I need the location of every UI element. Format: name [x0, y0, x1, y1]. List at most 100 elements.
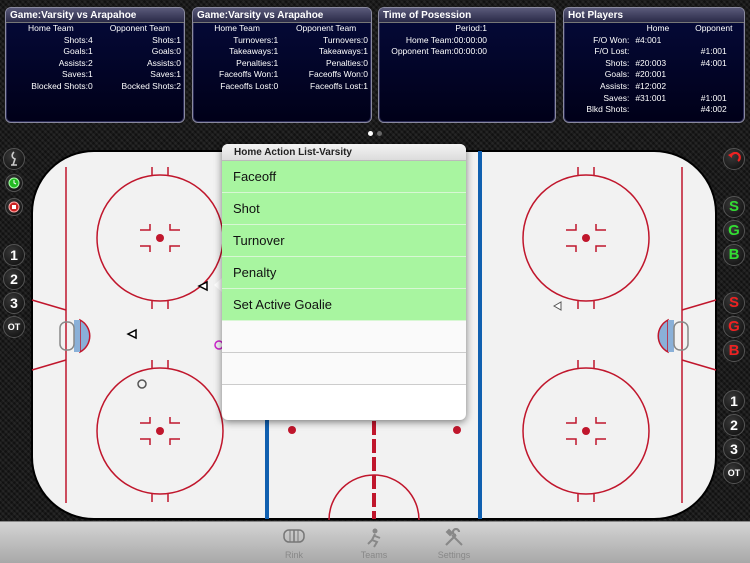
- col-header: Home Team: [214, 23, 260, 33]
- stat-cell: Penalties:0: [325, 57, 368, 68]
- tab-label: Rink: [284, 550, 303, 560]
- stat-cell: Faceoffs Lost:0: [220, 80, 279, 91]
- game-stats-panel: Game:Varsity vs Arapahoe Home Team Oppon…: [5, 7, 185, 123]
- possession-panel: Time of Posession Period:1 Home Team:00:…: [378, 7, 556, 123]
- away-block-button[interactable]: B: [723, 340, 745, 362]
- stat-cell: Faceoffs Won:0: [308, 69, 368, 80]
- period-button-ot[interactable]: OT: [3, 316, 25, 338]
- menu-item-turnover[interactable]: Turnover: [222, 225, 466, 257]
- home-block-button[interactable]: B: [723, 244, 745, 266]
- stat-cell: Opponent Team:00:00:00: [391, 46, 487, 57]
- stat-cell: Faceoffs Lost:1: [310, 80, 368, 91]
- page-dot-active[interactable]: [368, 131, 373, 136]
- clock-stop-icon: [8, 201, 20, 213]
- clock-start-icon: [8, 177, 20, 189]
- menu-empty-row: [222, 353, 466, 385]
- undo-icon: [728, 152, 741, 162]
- tab-settings[interactable]: Settings: [414, 522, 494, 563]
- stat-label: F/O Lost:: [594, 46, 630, 57]
- stat-cell: Turnovers:1: [233, 34, 279, 45]
- period-button-3[interactable]: 3: [723, 438, 745, 460]
- col-header: Opponent: [695, 23, 733, 33]
- menu-item-faceoff[interactable]: Faceoff: [222, 161, 466, 193]
- tab-bar: Rink Teams Settings: [0, 521, 750, 563]
- right-sidebar: S G B S G B 1 2 3 OT: [722, 140, 748, 518]
- panel-title: Hot Players: [564, 8, 744, 23]
- stat-cell: #1:001: [700, 92, 727, 103]
- stat-cell: Shots:1: [152, 34, 181, 45]
- panel-title: Game:Varsity vs Arapahoe: [6, 8, 184, 23]
- stat-cell: [684, 69, 744, 81]
- stat-cell: [632, 46, 683, 58]
- col-header: [564, 23, 632, 35]
- stat-cell: Takeaways:1: [229, 46, 279, 57]
- menu-item-penalty[interactable]: Penalty: [222, 257, 466, 289]
- red-clock-button[interactable]: [5, 198, 23, 216]
- stat-cell: Penalties:1: [236, 57, 279, 68]
- stat-label: Blkd Shots:: [586, 104, 630, 115]
- menu-title: Home Action List-Varsity: [222, 144, 466, 161]
- stat-cell: Saves:1: [62, 69, 93, 80]
- col-header: Opponent Team: [295, 23, 357, 33]
- hot-players-panel: Hot Players Home Opponent F/O Won: #4:001…: [563, 7, 745, 123]
- stat-cell: Saves:1: [150, 69, 181, 80]
- stat-cell: Shots:4: [63, 34, 93, 45]
- stat-cell: #4:001: [700, 57, 727, 68]
- stat-label: F/O Won:: [593, 34, 630, 45]
- stat-cell: [632, 104, 683, 116]
- stat-cell: #12:002: [635, 80, 667, 91]
- stat-cell: #1:001: [700, 46, 727, 57]
- tools-icon: [445, 528, 463, 546]
- stat-cell: #20:003: [635, 57, 667, 68]
- panel-title: Game:Varsity vs Arapahoe: [193, 8, 371, 23]
- panel-title: Time of Posession: [379, 8, 555, 23]
- green-clock-button[interactable]: [5, 174, 23, 192]
- stat-cell: Goals:0: [151, 46, 181, 57]
- col-header: Home Team: [28, 23, 74, 33]
- stat-cell: Takeaways:1: [318, 46, 368, 57]
- period-button-2[interactable]: 2: [3, 268, 25, 290]
- col-header: Opponent Team: [109, 23, 171, 33]
- period-button-ot[interactable]: OT: [723, 462, 745, 484]
- left-sidebar: 1 2 3 OT: [2, 140, 28, 518]
- period-button-3[interactable]: 3: [3, 292, 25, 314]
- stat-cell: Assists:0: [146, 57, 181, 68]
- stat-cell: Home Team:00:00:00: [405, 34, 487, 45]
- stat-cell: Period:1: [455, 23, 487, 33]
- puck-player-button[interactable]: [3, 148, 25, 170]
- stat-cell: Assists:2: [58, 57, 93, 68]
- rink-icon: [283, 529, 305, 543]
- stat-cell: #31:001: [635, 92, 667, 103]
- tab-rink[interactable]: Rink: [254, 522, 334, 563]
- skater-icon: [367, 528, 381, 548]
- stat-cell: #4:002: [700, 104, 727, 115]
- stat-label: Goals:: [604, 69, 630, 80]
- away-shot-button[interactable]: S: [723, 292, 745, 314]
- home-action-menu: Home Action List-Varsity Faceoff Shot Tu…: [222, 144, 466, 420]
- stat-cell: #20:001: [635, 69, 667, 80]
- tab-teams[interactable]: Teams: [334, 522, 414, 563]
- menu-item-shot[interactable]: Shot: [222, 193, 466, 225]
- stat-label: Assists:: [600, 80, 630, 91]
- stat-cell: #4:001: [635, 34, 662, 45]
- period-button-1[interactable]: 1: [3, 244, 25, 266]
- stat-label: Shots:: [605, 57, 630, 68]
- home-shot-button[interactable]: S: [723, 196, 745, 218]
- period-button-1[interactable]: 1: [723, 390, 745, 412]
- tab-label: Teams: [360, 550, 388, 560]
- stat-cell: Faceoffs Won:1: [219, 69, 279, 80]
- stat-cell: Blocked Shots:0: [31, 80, 93, 91]
- skater-icon: [11, 151, 17, 166]
- stat-cell: Goals:1: [63, 46, 93, 57]
- menu-empty-row: [222, 321, 466, 353]
- tab-label: Settings: [437, 550, 471, 560]
- stat-cell: Bocked Shots:2: [121, 80, 181, 91]
- period-button-2[interactable]: 2: [723, 414, 745, 436]
- home-goal-button[interactable]: G: [723, 220, 745, 242]
- menu-item-set-active-goalie[interactable]: Set Active Goalie: [222, 289, 466, 321]
- stat-cell: Turnovers:0: [322, 34, 368, 45]
- undo-button[interactable]: [723, 148, 745, 170]
- page-indicator[interactable]: [0, 129, 750, 136]
- page-dot[interactable]: [377, 131, 382, 136]
- away-goal-button[interactable]: G: [723, 316, 745, 338]
